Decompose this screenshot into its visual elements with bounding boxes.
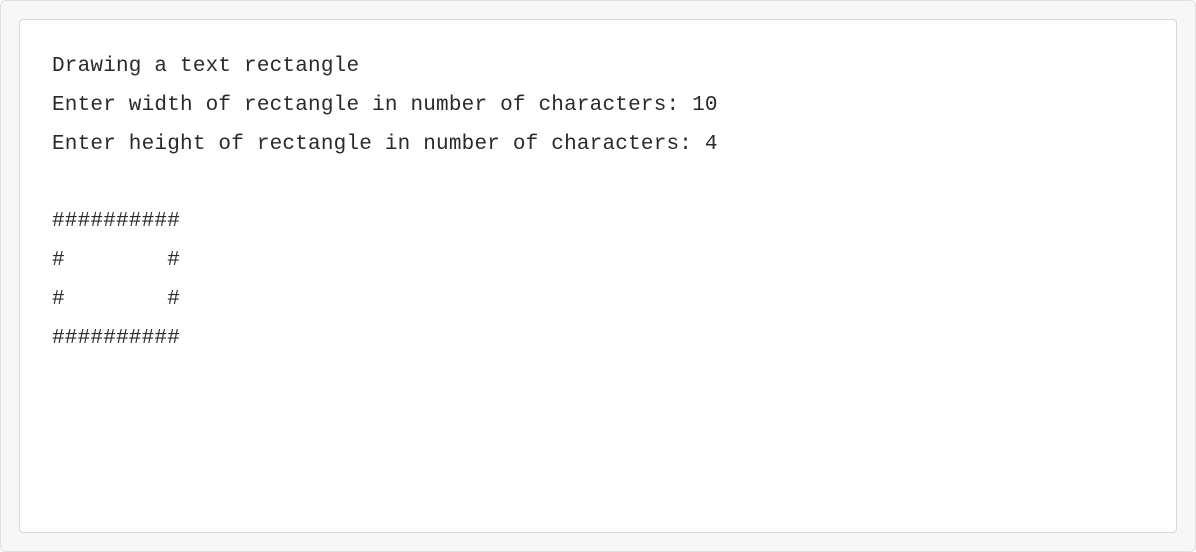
output-line: Drawing a text rectangle [52, 55, 359, 78]
output-line: # # [52, 288, 180, 311]
output-line: ########## [52, 327, 180, 350]
code-output-text: Drawing a text rectangle Enter width of … [52, 48, 1144, 359]
output-line: # # [52, 249, 180, 272]
code-output-panel: Drawing a text rectangle Enter width of … [0, 0, 1196, 552]
output-line: Enter width of rectangle in number of ch… [52, 94, 718, 117]
output-line: ########## [52, 210, 180, 233]
output-line: Enter height of rectangle in number of c… [52, 133, 718, 156]
code-output-inner: Drawing a text rectangle Enter width of … [19, 19, 1177, 533]
